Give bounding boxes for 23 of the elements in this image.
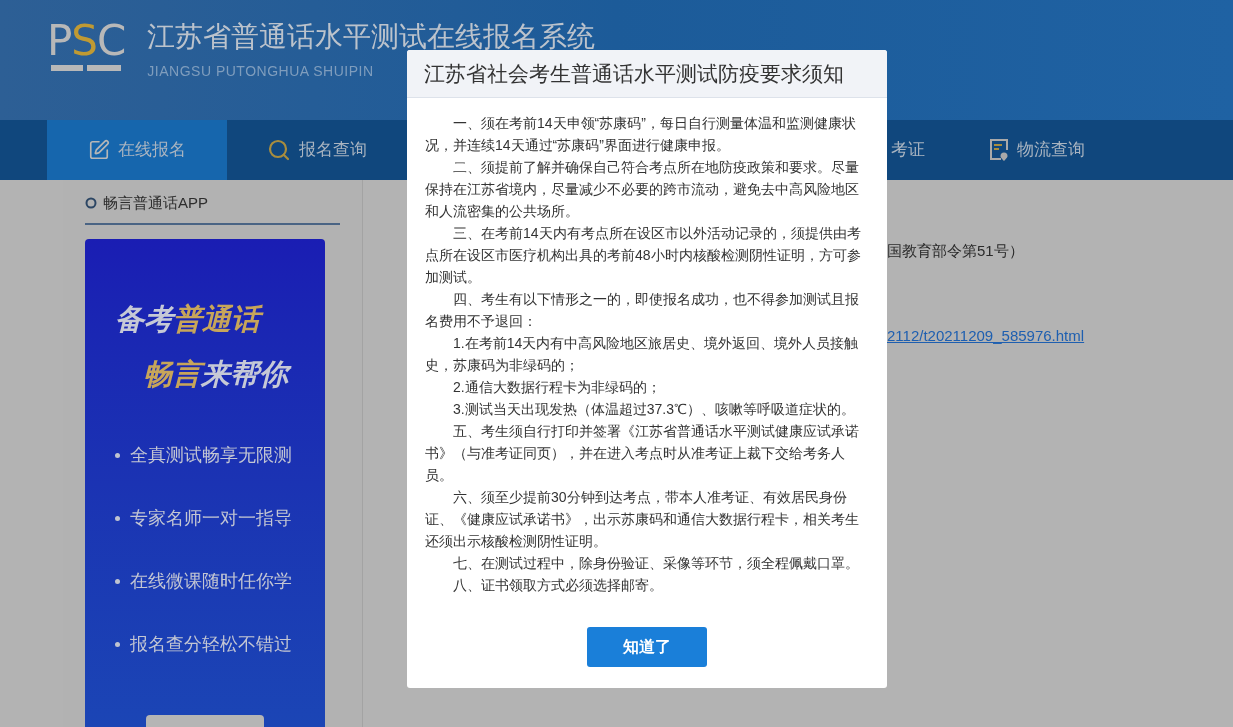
- site-subtitle: JIANGSU PUTONGHUA SHUIPIN: [147, 62, 374, 80]
- ad-headline: 备考普通话: [115, 300, 325, 337]
- notice-paragraph: 八、证书领取方式必须选择邮寄。: [452, 576, 664, 595]
- notice-paragraph: 四、考生有以下情形之一的，即使报名成功，也不得参加测试且报名费用不予退回：: [425, 290, 860, 331]
- notice-paragraph: 2.通信大数据行程卡为非绿码的；: [452, 378, 662, 397]
- notice-paragraph: 三、在考前14天内有考点所在设区市以外活动记录的，须提供由考点所在设区市医疗机构出具的考前48小时内核酸检测阴性证明，方可参加测试。: [425, 224, 862, 287]
- logo: PSC: [47, 22, 126, 60]
- notice-paragraph: 1.在考前14天内有中高风险地区旅居史、境外返回、境外人员接触史，苏康码为非绿码的；: [425, 334, 860, 375]
- feature-text: 专家名师一对一指导: [130, 506, 292, 530]
- content-text: 国教育部令第51号）: [887, 241, 1025, 261]
- dialog-title: 江苏省社会考生普通话水平测试防疫要求须知: [424, 60, 844, 87]
- feature-text: 报名查分轻松不错过: [130, 632, 292, 656]
- notice-paragraph: 七、在测试过程中，除身份验证、采像等环节，须全程佩戴口罩。: [452, 554, 860, 573]
- notice-paragraph: 二、须提前了解并确保自己符合考点所在地防疫政策和要求。尽量保持在江苏省境内，尽量减少不必要的跨市流动，避免去中高风险地区和人流密集的公共场所。: [425, 158, 860, 221]
- feature-text: 在线微课随时任你学: [130, 569, 292, 593]
- notice-paragraph: 六、须至少提前30分钟到达考点，带本人准考证、有效居民身份证、《健康应试承诺书》，出示苏康码和通信大数据行程卡，相关考生还须出示核酸检测阴性证明。: [425, 488, 860, 551]
- section-heading: 畅言普通话APP: [85, 192, 340, 225]
- notice-paragraph: 五、考生须自行打印并签署《江苏省普通话水平测试健康应试承诺书》（与准考证同页），并在进入考点时从准考证上裁下交给考务人员。: [425, 422, 860, 485]
- notice-paragraph: 一、须在考前14天申领“苏康码”，每日自行测量体温和监测健康状况，并连续14天通过“苏康码”界面进行健康申报。: [425, 114, 857, 155]
- site-title: 江苏省普通话水平测试在线报名系统: [147, 22, 596, 52]
- feature-text: 全真测试畅享无限测: [130, 443, 292, 467]
- notice-paragraph: 3.测试当天出现发热（体温超过37.3℃）、咳嗽等呼吸道症状的。: [452, 400, 856, 419]
- ad-headline: 畅言来帮你: [115, 355, 325, 392]
